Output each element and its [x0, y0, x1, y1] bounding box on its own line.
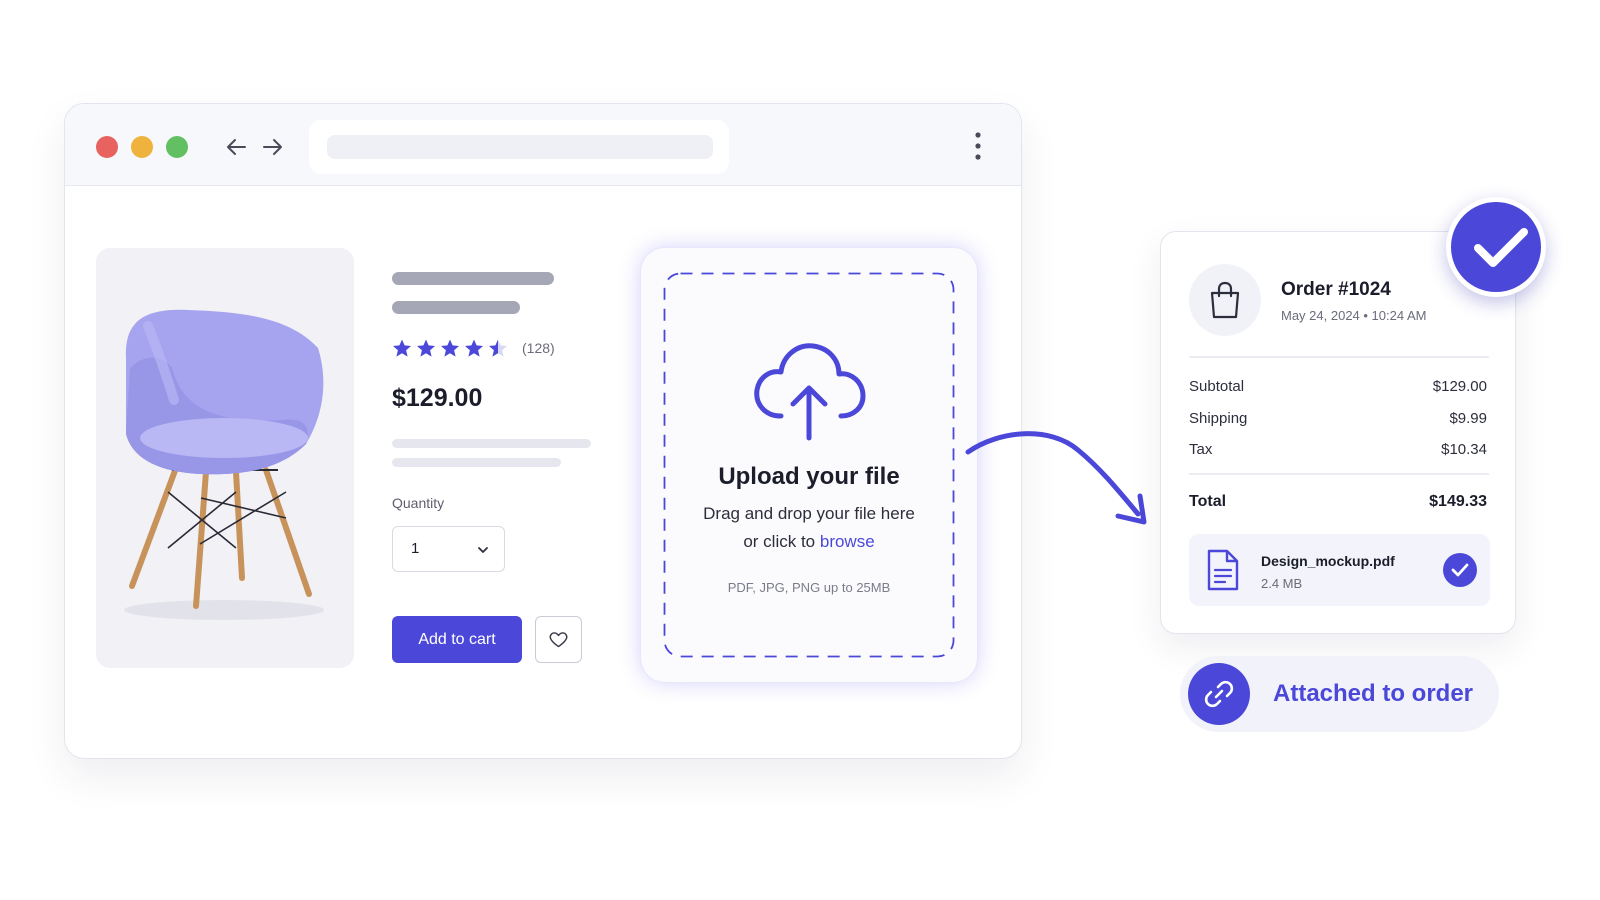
star-icon — [465, 339, 483, 357]
review-count[interactable]: (128) — [522, 340, 555, 356]
half-star-icon — [489, 339, 507, 357]
browser-toolbar — [65, 104, 1021, 186]
upload-file-types: PDF, JPG, PNG up to 25MB — [727, 580, 891, 595]
browse-link[interactable]: browse — [820, 532, 875, 551]
arrow-right-icon[interactable] — [259, 134, 285, 160]
upload-title: Upload your file — [718, 463, 900, 490]
description-placeholder — [392, 439, 591, 448]
shipping-value: $9.99 — [1449, 410, 1487, 427]
minimize-window-button[interactable] — [131, 136, 153, 158]
order-title: Order #1024 — [1281, 279, 1391, 300]
document-icon — [1207, 549, 1239, 591]
chevron-down-icon — [478, 547, 488, 553]
subtotal-value: $129.00 — [1432, 378, 1487, 395]
product-price: $129.00 — [392, 384, 483, 412]
wishlist-button[interactable] — [535, 616, 582, 663]
arrow-left-icon[interactable] — [224, 134, 250, 160]
divider — [1189, 473, 1489, 475]
browser-window: (128) $129.00 Quantity 1 Add to cart Upl… — [64, 103, 1022, 759]
check-icon — [1474, 228, 1528, 267]
star-icon — [417, 339, 435, 357]
close-window-button[interactable] — [96, 136, 118, 158]
description-placeholder — [392, 458, 561, 467]
product-subtitle-placeholder — [392, 301, 520, 314]
check-icon — [1451, 563, 1469, 577]
file-size: 2.4 MB — [1261, 576, 1303, 591]
upload-instructions: Drag and drop your file here — [703, 504, 915, 523]
quantity-value: 1 — [411, 540, 420, 557]
maximize-window-button[interactable] — [166, 136, 188, 158]
attached-file[interactable]: Design_mockup.pdf 2.4 MB — [1189, 534, 1490, 606]
success-badge — [1446, 197, 1546, 297]
total-label: Total — [1189, 493, 1227, 510]
divider — [1189, 356, 1489, 358]
upload-dropzone[interactable]: Upload your file Drag and drop your file… — [641, 248, 977, 682]
star-icon — [441, 339, 459, 357]
add-to-cart-button[interactable]: Add to cart — [392, 616, 522, 663]
file-verified-badge — [1443, 553, 1477, 587]
shipping-label: Shipping — [1189, 410, 1248, 427]
link-icon-circle — [1188, 663, 1250, 725]
shopping-bag-icon — [1210, 281, 1240, 319]
address-bar[interactable] — [309, 120, 729, 174]
star-rating — [393, 339, 507, 357]
quantity-select[interactable]: 1 — [392, 526, 505, 572]
total-value: $149.33 — [1429, 493, 1487, 510]
tax-value: $10.34 — [1441, 441, 1487, 458]
tax-label: Tax — [1189, 441, 1213, 458]
file-name: Design_mockup.pdf — [1261, 553, 1395, 569]
upload-browse-line: or click to browse — [641, 532, 977, 552]
attached-to-order-badge: Attached to order — [1180, 656, 1499, 732]
order-summary-card: Order #1024 May 24, 2024 • 10:24 AM Subt… — [1160, 231, 1516, 634]
url-input[interactable] — [327, 135, 713, 159]
cloud-upload-icon — [754, 343, 866, 441]
subtotal-label: Subtotal — [1189, 378, 1245, 395]
heart-icon — [549, 632, 568, 648]
product-image — [96, 248, 354, 668]
order-date: May 24, 2024 • 10:24 AM — [1281, 308, 1427, 323]
attached-label: Attached to order — [1273, 680, 1474, 707]
kebab-menu-icon[interactable] — [973, 130, 983, 162]
quantity-label: Quantity — [392, 495, 445, 511]
flow-arrow-icon — [965, 431, 1147, 525]
star-icon — [393, 339, 411, 357]
product-title-placeholder — [392, 272, 554, 285]
shopping-bag-avatar — [1189, 264, 1261, 336]
upload-browse-prefix: or click to — [743, 532, 820, 551]
link-icon — [1204, 680, 1234, 708]
